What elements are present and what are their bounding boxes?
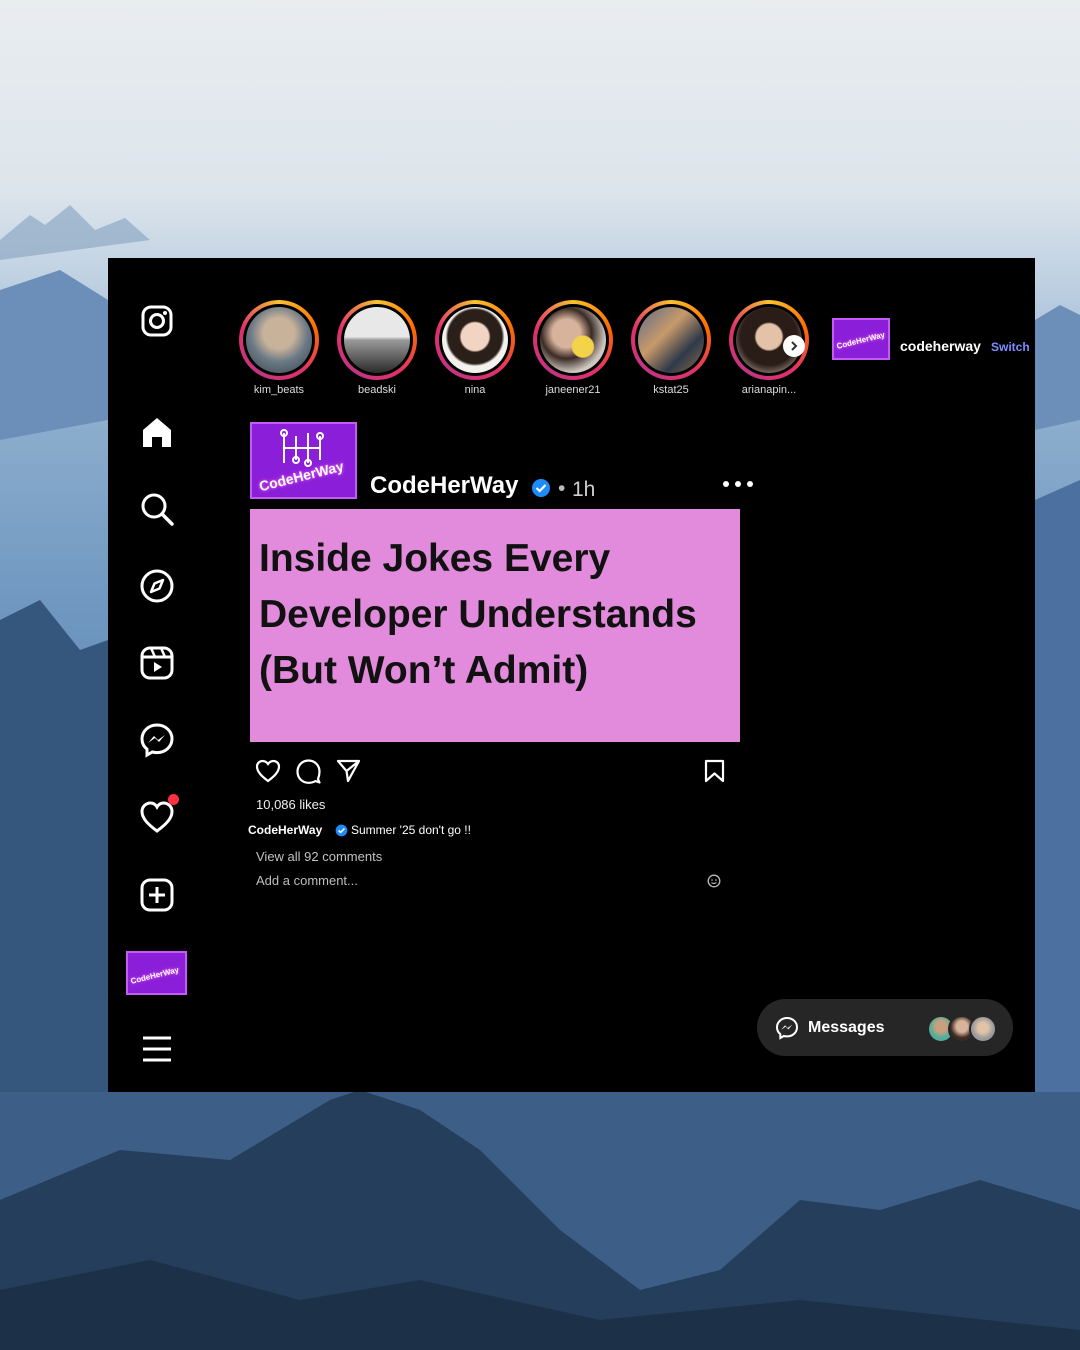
story-avatar (246, 307, 312, 373)
share-send-icon[interactable] (336, 759, 361, 783)
messages-button[interactable]: Messages (757, 999, 1013, 1056)
post-time-separator: • (558, 477, 566, 500)
home-icon[interactable] (134, 409, 180, 455)
post-time: 1h (572, 478, 596, 501)
comment-icon[interactable] (296, 759, 321, 784)
menu-hamburger-icon[interactable] (134, 1026, 180, 1072)
messenger-icon (775, 1016, 799, 1040)
view-comments-link[interactable]: View all 92 comments (256, 849, 382, 864)
post-title-text: Inside Jokes Every Developer Understands… (259, 537, 697, 692)
search-icon[interactable] (134, 486, 180, 532)
likes-count[interactable]: 10,086 likes (256, 797, 325, 812)
emoji-icon[interactable] (707, 874, 721, 888)
messages-label: Messages (808, 1019, 885, 1036)
story-item[interactable]: kim_beats (237, 300, 321, 396)
story-item[interactable]: kstat25 (629, 300, 713, 396)
caption-text: Summer '25 don't go !! (351, 823, 471, 837)
create-post-icon[interactable] (134, 872, 180, 918)
more-options-icon[interactable] (722, 478, 754, 490)
comment-input[interactable]: Add a comment... (256, 873, 696, 888)
messages-avatar (969, 1015, 997, 1043)
instagram-logo-icon[interactable] (134, 298, 180, 344)
story-avatar (540, 307, 606, 373)
save-bookmark-icon[interactable] (704, 759, 725, 783)
story-item[interactable]: janeener21 (531, 300, 615, 396)
post-author-avatar[interactable]: CodeHerWay (250, 422, 357, 499)
notification-dot (168, 794, 179, 805)
like-heart-icon[interactable] (255, 759, 281, 783)
story-item[interactable]: beadski (335, 300, 419, 396)
story-avatar (344, 307, 410, 373)
profile-avatar[interactable]: CodeHerWay (126, 951, 187, 995)
post-author-name[interactable]: CodeHerWay (370, 472, 518, 500)
profile-switch-avatar[interactable]: CodeHerWay (832, 318, 890, 360)
caption-author[interactable]: CodeHerWay (248, 823, 322, 837)
stories-next-button[interactable] (783, 335, 805, 357)
switch-account-link[interactable]: Switch (991, 340, 1030, 354)
verified-badge-icon (532, 479, 550, 497)
story-avatar (638, 307, 704, 373)
messenger-icon[interactable] (134, 717, 180, 763)
story-item[interactable]: nina (433, 300, 517, 396)
profile-username: codeherway (900, 338, 981, 354)
story-avatar (442, 307, 508, 373)
explore-compass-icon[interactable] (134, 563, 180, 609)
notifications-heart-icon[interactable] (134, 794, 180, 840)
post-image[interactable]: Inside Jokes Every Developer Understands… (250, 509, 740, 742)
chevron-right-icon (791, 341, 798, 351)
verified-badge-icon (335, 824, 348, 837)
reels-icon[interactable] (134, 640, 180, 686)
